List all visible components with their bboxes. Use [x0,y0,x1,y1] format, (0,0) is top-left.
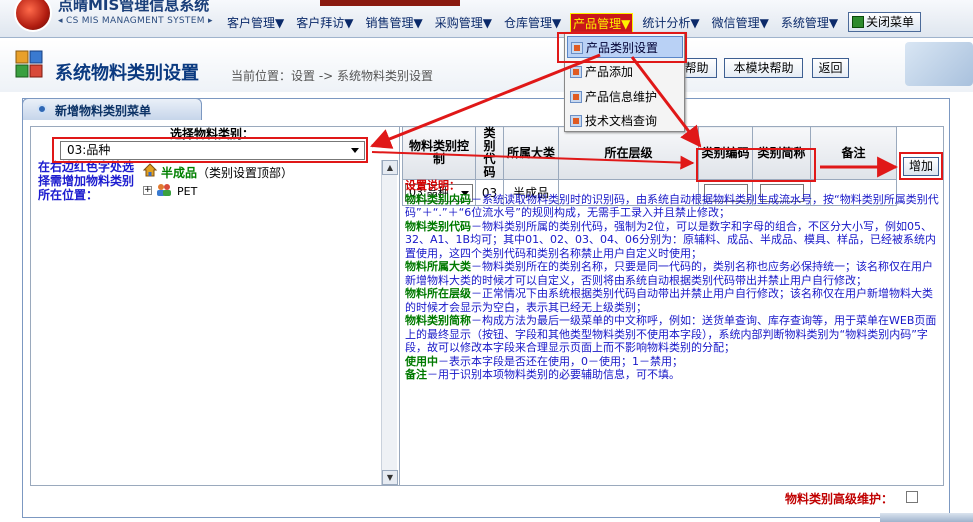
arrow-to-inputs [630,56,702,148]
arrow-select-to-inputs [371,151,695,170]
annotation-arrows [370,53,899,178]
arrow-to-select [370,53,601,149]
